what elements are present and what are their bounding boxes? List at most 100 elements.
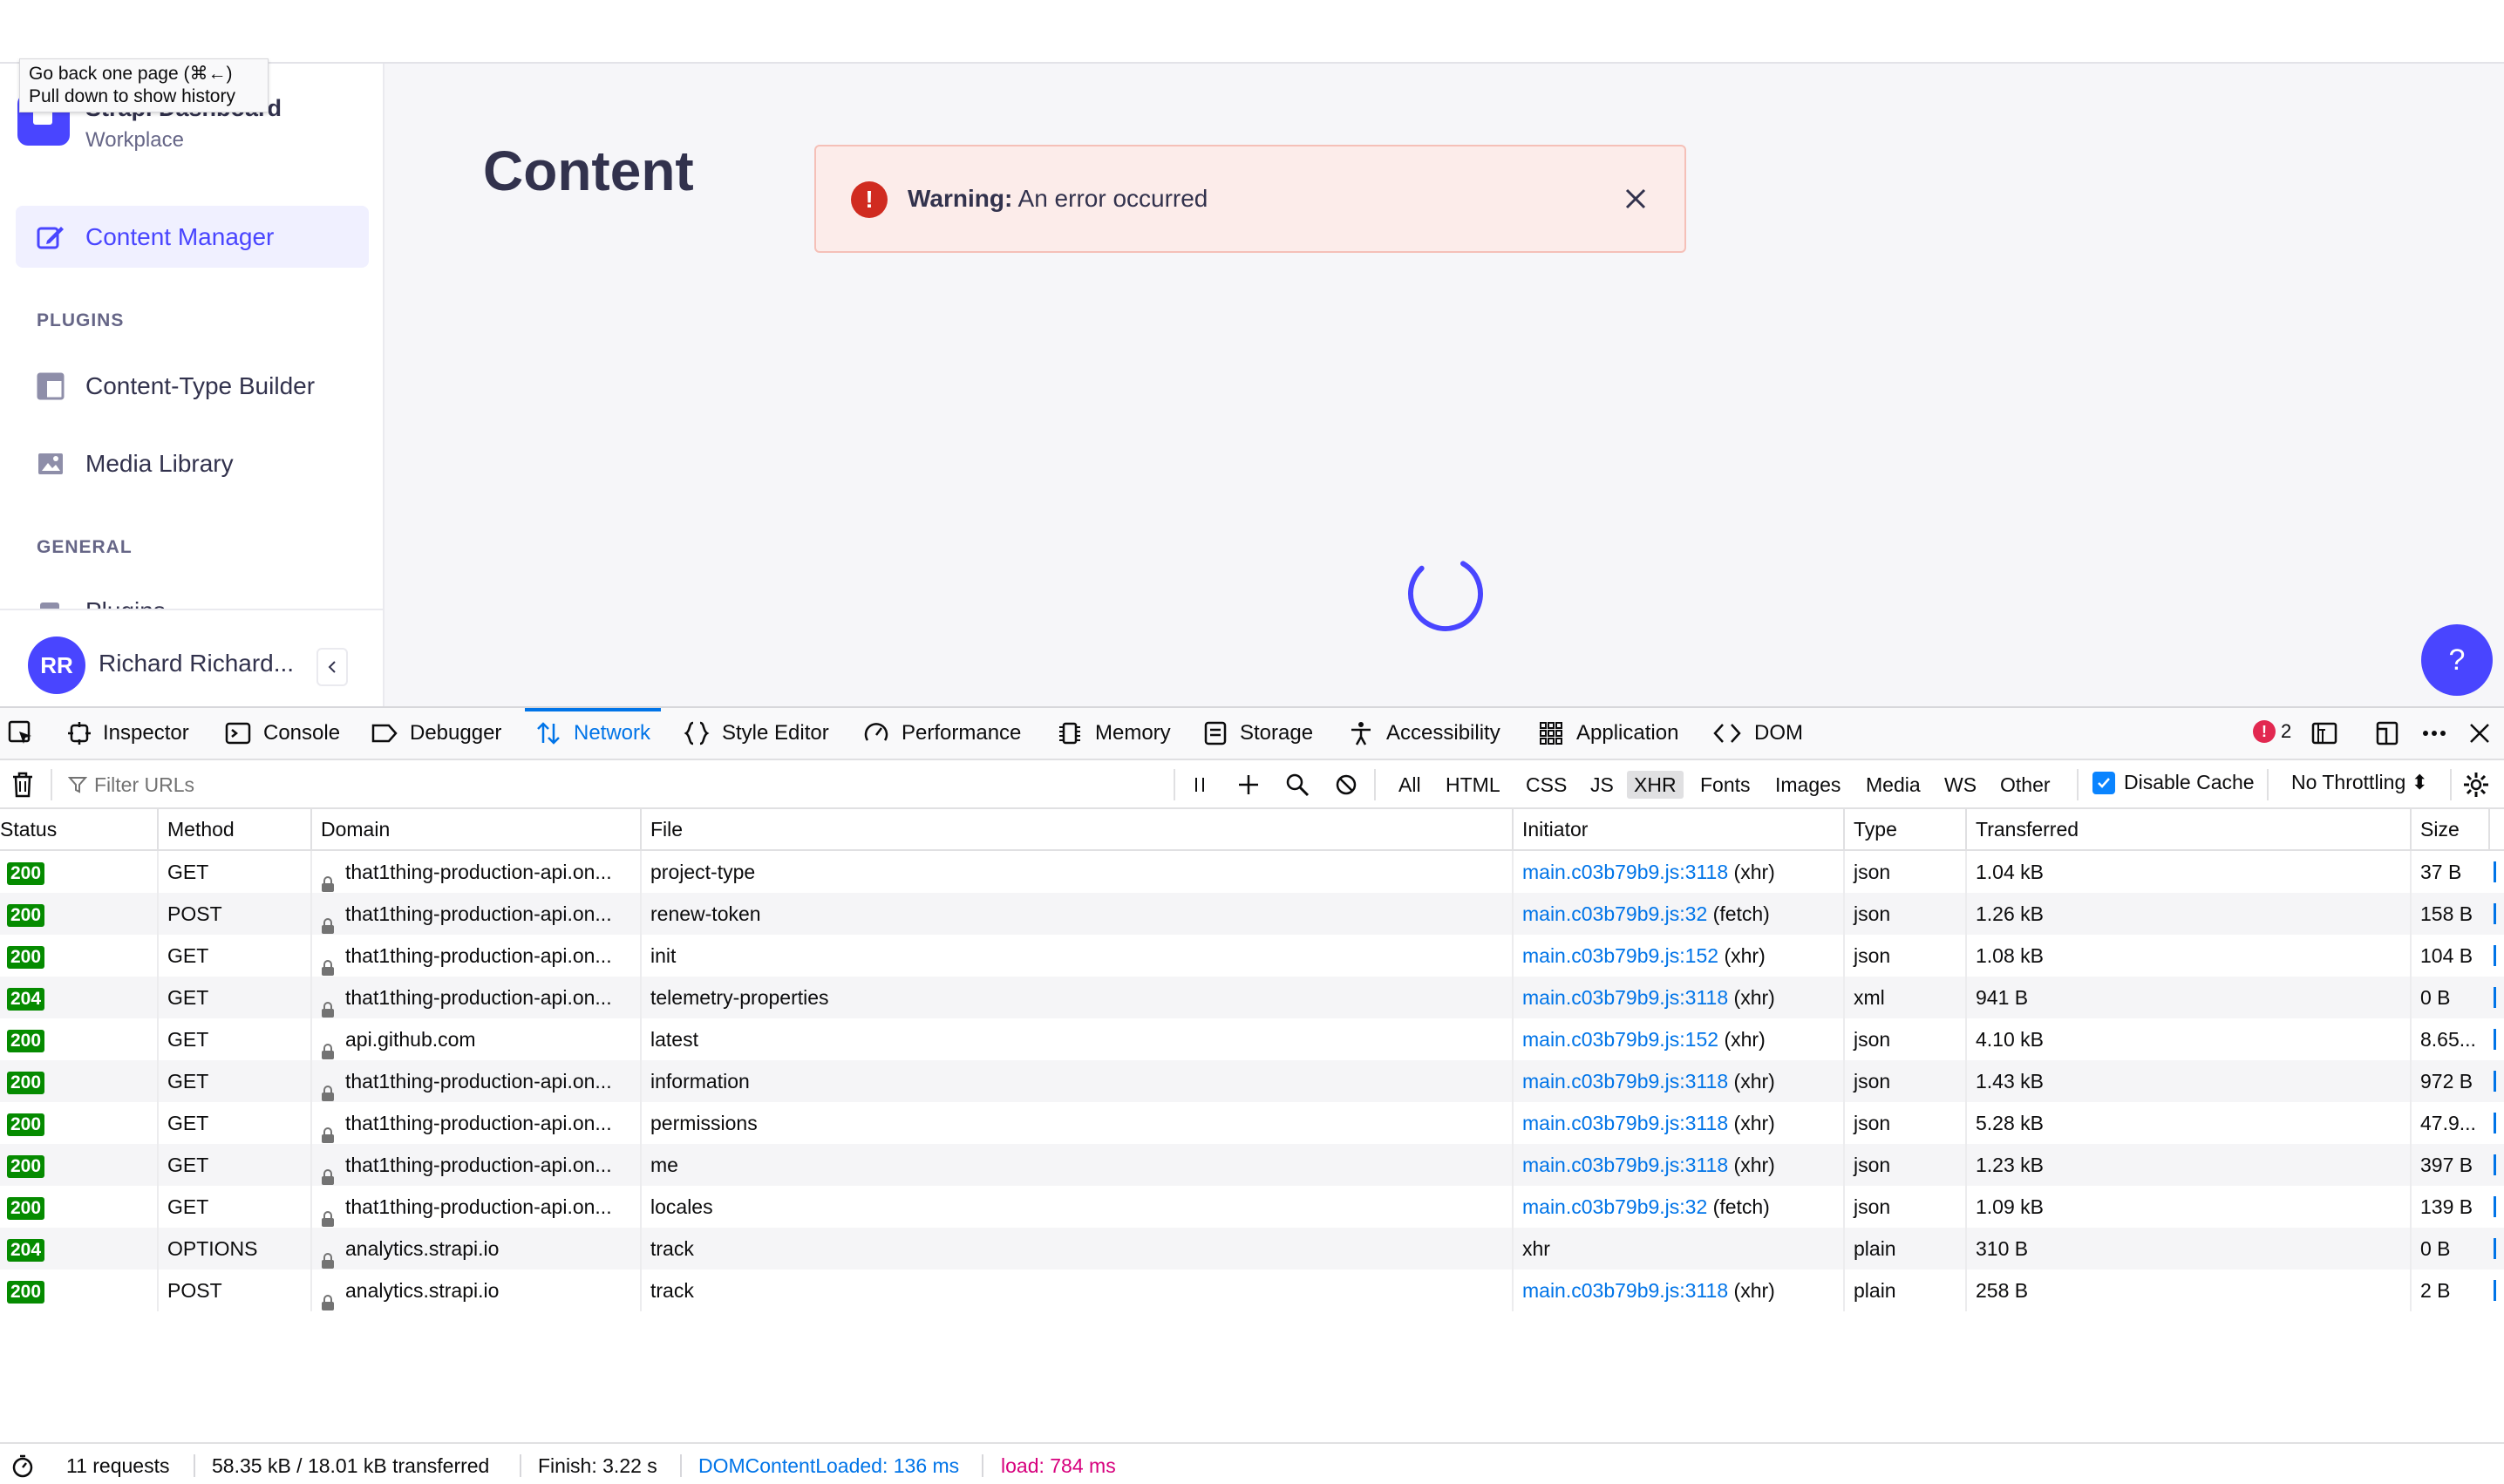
table-row[interactable]: 200 POST that1thing-production-api.on... re… <box>0 893 2504 935</box>
initiator-link[interactable]: main.c03b79b9.js:3118 <box>1522 1154 1728 1176</box>
pause-recording-button[interactable] <box>1184 769 1215 800</box>
sidebar-item-content-manager[interactable]: Content Manager <box>35 220 274 255</box>
more-options-button[interactable] <box>2419 718 2450 749</box>
sidebar-item-content-type-builder[interactable]: Content-Type Builder <box>35 369 315 404</box>
table-row[interactable]: 204 OPTIONS analytics.strapi.io track xhr pla… <box>0 1228 2504 1270</box>
devtools-tab-bar: Inspector Console Debugger Network Style… <box>0 708 2504 760</box>
filter-funnel-icon <box>68 777 87 793</box>
filter-html[interactable]: HTML <box>1439 771 1507 799</box>
table-row[interactable]: 204 GET that1thing-production-api.on... tel… <box>0 977 2504 1018</box>
initiator-link[interactable]: main.c03b79b9.js:3118 <box>1522 986 1728 1009</box>
table-row[interactable]: 200 GET that1thing-production-api.on... me m… <box>0 1144 2504 1186</box>
filter-all[interactable]: All <box>1391 771 1428 799</box>
filter-fonts[interactable]: Fonts <box>1693 771 1758 799</box>
warning-alert: ! Warning: An error occurred <box>814 145 1686 253</box>
column-method[interactable]: Method <box>157 809 310 849</box>
initiator-link[interactable]: main.c03b79b9.js:3118 <box>1522 861 1728 883</box>
tab-performance[interactable]: Performance <box>863 708 1021 759</box>
alert-label: Warning: <box>908 185 1013 212</box>
domain-text: api.github.com <box>345 1028 476 1051</box>
search-button[interactable] <box>1282 769 1313 800</box>
column-domain[interactable]: Domain <box>310 809 640 849</box>
avatar[interactable]: RR <box>28 636 85 694</box>
tab-accessibility[interactable]: Accessibility <box>1348 708 1500 759</box>
tab-application[interactable]: Application <box>1538 708 1678 759</box>
throttling-select[interactable]: No Throttling ⬍ <box>2291 771 2428 794</box>
lock-icon <box>321 1242 335 1269</box>
element-picker-button[interactable] <box>7 708 47 759</box>
tab-console[interactable]: Console <box>225 708 340 759</box>
puzzle-icon <box>35 596 66 609</box>
error-count-badge[interactable]: ! 2 <box>2253 720 2291 743</box>
tab-dom[interactable]: DOM <box>1712 708 1803 759</box>
tab-network[interactable]: Network <box>524 708 662 759</box>
cell-type: plain <box>1843 1270 1965 1311</box>
table-row[interactable]: 200 GET that1thing-production-api.on... loc… <box>0 1186 2504 1228</box>
sidebar-item-plugins[interactable]: Plugins <box>35 594 166 609</box>
column-status[interactable]: Status <box>0 809 157 849</box>
column-type[interactable]: Type <box>1843 809 1965 849</box>
filter-media[interactable]: Media <box>1859 771 1928 799</box>
column-size[interactable]: Size <box>2410 809 2488 849</box>
sidebar-item-media-library[interactable]: Media Library <box>35 446 234 481</box>
disable-cache-checkbox[interactable]: Disable Cache <box>2092 771 2255 794</box>
table-row[interactable]: 200 GET that1thing-production-api.on... per… <box>0 1102 2504 1144</box>
user-name[interactable]: Richard Richard... <box>99 650 294 677</box>
new-request-button[interactable] <box>1233 769 1264 800</box>
pause-icon <box>1195 778 1204 792</box>
filter-other[interactable]: Other <box>1993 771 2058 799</box>
tab-memory[interactable]: Memory <box>1057 708 1171 759</box>
table-row[interactable]: 200 GET that1thing-production-api.on... inf… <box>0 1060 2504 1102</box>
cell-file: telemetry-properties <box>640 977 1512 1018</box>
table-row[interactable]: 200 POST analytics.strapi.io track main.c03b… <box>0 1270 2504 1311</box>
requests-table-header: Status Method Domain File Initiator Type… <box>0 809 2504 851</box>
table-row[interactable]: 200 GET api.github.com latest main.c03b79b9.… <box>0 1018 2504 1060</box>
collapse-sidebar-button[interactable] <box>316 648 348 686</box>
help-button[interactable]: ? <box>2421 624 2493 696</box>
waterfall-marker <box>2494 1071 2496 1092</box>
cell-type: json <box>1843 1144 1965 1186</box>
lock-icon <box>321 907 335 934</box>
network-settings-button[interactable] <box>2460 769 2492 800</box>
table-row[interactable]: 200 GET that1thing-production-api.on... ini… <box>0 935 2504 977</box>
cell-initiator: xhr <box>1512 1228 1843 1270</box>
column-initiator[interactable]: Initiator <box>1512 809 1843 849</box>
tab-storage[interactable]: Storage <box>1203 708 1313 759</box>
initiator-link[interactable]: main.c03b79b9.js:3118 <box>1522 1112 1728 1134</box>
tab-inspector[interactable]: Inspector <box>68 708 189 759</box>
initiator-link[interactable]: main.c03b79b9.js:152 <box>1522 1028 1718 1051</box>
summary-divider <box>520 1454 521 1477</box>
filter-xhr[interactable]: XHR <box>1627 771 1684 799</box>
cell-size: 139 B <box>2410 1186 2488 1228</box>
tab-debugger[interactable]: Debugger <box>371 708 501 759</box>
responsive-design-button[interactable] <box>2309 718 2340 749</box>
cell-status: 200 <box>0 1018 157 1060</box>
clear-requests-button[interactable] <box>7 769 38 800</box>
cell-type: plain <box>1843 1228 1965 1270</box>
dock-toggle-button[interactable] <box>2371 718 2403 749</box>
table-row[interactable]: 200 GET that1thing-production-api.on... pro… <box>0 851 2504 893</box>
requests-table-body: 200 GET that1thing-production-api.on... pro… <box>0 851 2504 1311</box>
initiator-link[interactable]: main.c03b79b9.js:32 <box>1522 902 1707 925</box>
sidebar-footer: RR Richard Richard... <box>0 609 383 706</box>
close-devtools-button[interactable] <box>2464 718 2495 749</box>
initiator-kind: (xhr) <box>1733 861 1775 883</box>
column-transferred[interactable]: Transferred <box>1965 809 2410 849</box>
initiator-link[interactable]: main.c03b79b9.js:152 <box>1522 944 1718 967</box>
column-waterfall[interactable] <box>2488 809 2504 849</box>
cell-method: POST <box>157 893 310 935</box>
block-requests-button[interactable] <box>1330 769 1362 800</box>
filter-css[interactable]: CSS <box>1519 771 1574 799</box>
filter-images[interactable]: Images <box>1768 771 1847 799</box>
filter-urls-input[interactable]: Filter URLs <box>68 767 1167 802</box>
chevron-left-icon <box>328 661 336 673</box>
initiator-link[interactable]: main.c03b79b9.js:3118 <box>1522 1279 1728 1302</box>
initiator-link[interactable]: main.c03b79b9.js:3118 <box>1522 1070 1728 1093</box>
cell-initiator: main.c03b79b9.js:3118 (xhr) <box>1512 1060 1843 1102</box>
filter-ws[interactable]: WS <box>1937 771 1983 799</box>
column-file[interactable]: File <box>640 809 1512 849</box>
close-alert-button[interactable] <box>1616 180 1655 218</box>
filter-js[interactable]: JS <box>1583 771 1621 799</box>
initiator-link[interactable]: main.c03b79b9.js:32 <box>1522 1195 1707 1218</box>
tab-style-editor[interactable]: Style Editor <box>684 708 829 759</box>
